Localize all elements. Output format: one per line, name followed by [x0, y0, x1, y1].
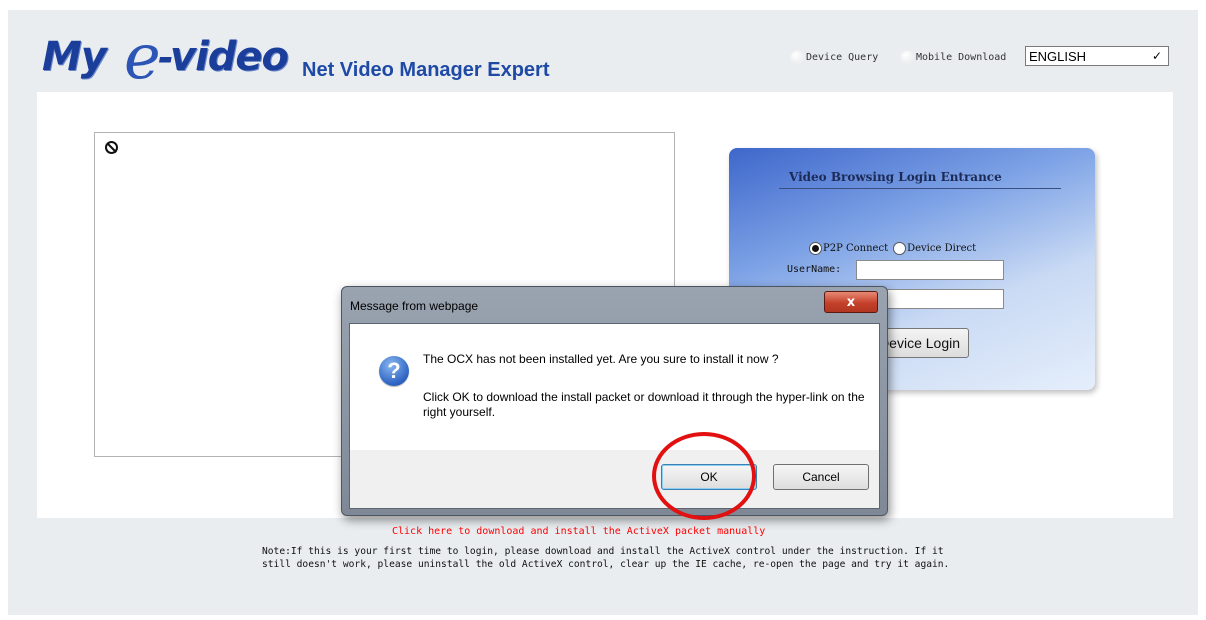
dialog-message-secondary: Click OK to download the install packet … — [423, 390, 865, 419]
dialog-message-primary: The OCX has not been installed yet. Are … — [423, 352, 779, 366]
question-icon: ? — [379, 356, 409, 386]
message-dialog: Message from webpage x ? The OCX has not… — [341, 286, 888, 516]
ok-button[interactable]: OK — [661, 464, 757, 490]
device-query-label: Device Query — [806, 51, 879, 63]
login-title: Video Browsing Login Entrance — [789, 170, 1002, 184]
device-query-link[interactable]: Device Query — [790, 50, 878, 64]
logo-text-my: My — [42, 34, 107, 80]
login-title-divider — [779, 188, 1061, 189]
dialog-title: Message from webpage — [350, 299, 479, 313]
blocked-plugin-icon — [105, 141, 118, 154]
mobile-download-icon — [900, 50, 914, 64]
p2p-connect-label: P2P Connect — [823, 243, 889, 254]
device-direct-label: Device Direct — [907, 243, 977, 254]
logo-tagline: Net Video Manager Expert — [302, 59, 550, 81]
dialog-body: ? The OCX has not been installed yet. Ar… — [349, 323, 880, 509]
logo-text-video: video — [170, 34, 289, 80]
close-button[interactable]: x — [824, 291, 878, 313]
dialog-footer: OK Cancel — [350, 450, 879, 508]
username-input[interactable] — [856, 260, 1004, 280]
p2p-connect-radio[interactable] — [809, 242, 822, 255]
install-note: Note:If this is your first time to login… — [262, 546, 950, 570]
language-value: ENGLISH — [1029, 48, 1087, 64]
device-direct-radio[interactable] — [893, 242, 907, 255]
chevron-down-icon: ✓ — [1151, 49, 1162, 63]
logo-text-e: e — [124, 20, 161, 93]
close-icon: x — [846, 294, 856, 310]
connect-mode-group: P2P Connect Device Direct — [809, 242, 976, 255]
activex-download-link[interactable]: Click here to download and install the A… — [392, 526, 765, 537]
mobile-download-label: Mobile Download — [916, 51, 1007, 63]
username-label: UserName: — [787, 264, 842, 275]
cancel-button[interactable]: Cancel — [773, 464, 869, 490]
mobile-download-link[interactable]: Mobile Download — [900, 50, 1006, 64]
device-query-icon — [790, 50, 804, 64]
language-select[interactable]: ENGLISH ✓ — [1025, 46, 1169, 66]
